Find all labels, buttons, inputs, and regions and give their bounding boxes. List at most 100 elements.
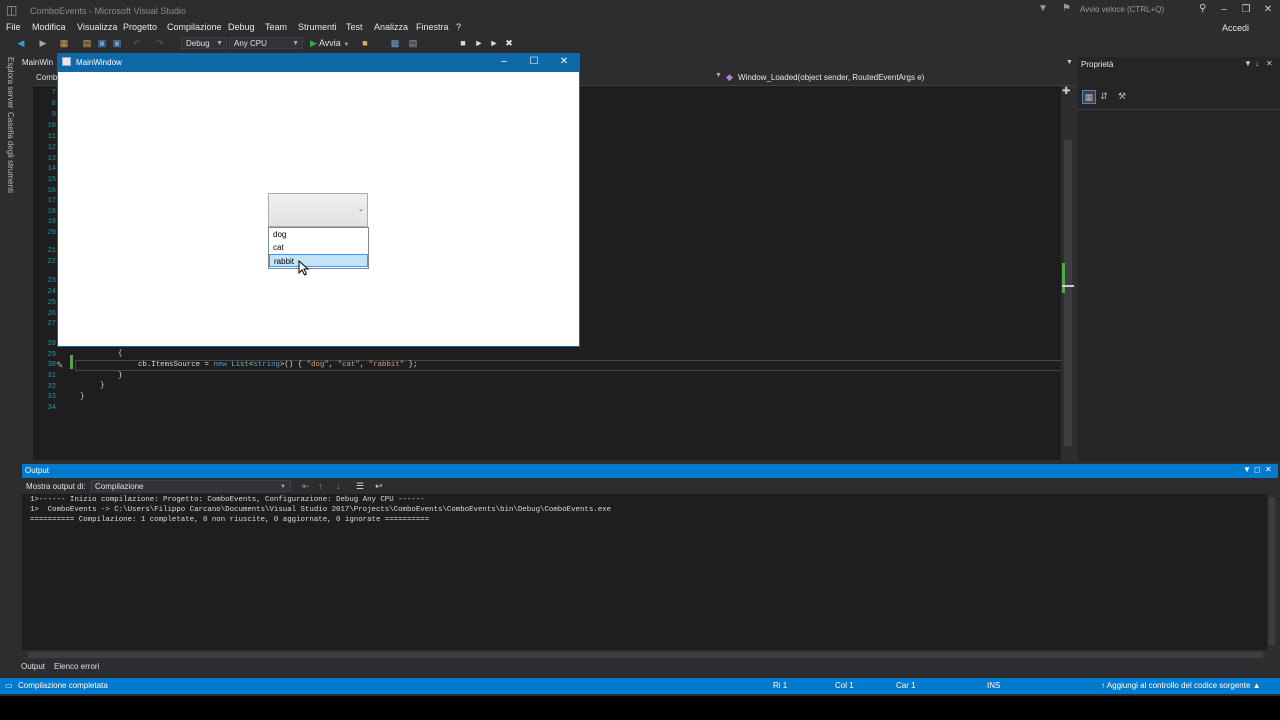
tab-output[interactable]: Output: [21, 662, 45, 671]
search-icon[interactable]: ⚲: [1199, 3, 1206, 14]
chevron-down-icon: ▼: [343, 42, 350, 48]
code-keyword-new: new: [213, 361, 227, 369]
line-number: 24: [47, 288, 56, 296]
menu-progetto[interactable]: Progetto: [123, 22, 157, 32]
word-wrap-icon[interactable]: ↩: [375, 481, 383, 492]
next-bookmark-icon[interactable]: ►: [489, 38, 499, 48]
chevron-down-icon[interactable]: ⌄: [358, 205, 364, 213]
panel-options-icon[interactable]: ▼: [1243, 465, 1251, 474]
next-message-icon[interactable]: ↓: [336, 481, 341, 491]
browser-link-icon[interactable]: ■: [360, 38, 370, 48]
back-icon[interactable]: ◀: [16, 38, 26, 48]
split-editor-icon[interactable]: ✚: [1062, 86, 1070, 97]
wpf-minimize-button[interactable]: –: [489, 54, 519, 70]
menu-analizza[interactable]: Analizza: [374, 22, 408, 32]
add-source-control-button[interactable]: ↑ Aggiungi al controllo del codice sorge…: [1101, 681, 1261, 690]
menu-test[interactable]: Test: [346, 22, 363, 32]
open-file-icon[interactable]: ▤: [82, 38, 92, 48]
previous-message-icon[interactable]: ↑: [318, 481, 323, 491]
property-pages-icon[interactable]: ⚒: [1116, 90, 1128, 102]
bookmark-icon[interactable]: ■: [458, 38, 468, 48]
server-explorer-tab[interactable]: Esplora server: [3, 57, 15, 109]
code-keyword-string: string: [253, 361, 280, 369]
code-line-33: }: [80, 393, 85, 401]
line-number: 7: [51, 89, 56, 97]
code-type-list: List: [231, 361, 249, 369]
save-icon[interactable]: ▣: [97, 38, 107, 48]
output-source-dropdown[interactable]: Compilazione ▼: [91, 480, 291, 492]
combobox-item-dog[interactable]: dog: [269, 228, 368, 241]
wpf-window-title: MainWindow: [76, 58, 122, 67]
status-message: Compilazione completata: [18, 681, 108, 690]
pin-icon[interactable]: ◻: [1254, 465, 1261, 474]
toolbox-tab[interactable]: Casella degli strumenti: [3, 112, 15, 193]
status-icon: ▭: [5, 681, 13, 690]
undo-icon[interactable]: ↶: [132, 38, 142, 48]
menu-compilazione[interactable]: Compilazione: [167, 22, 222, 32]
menu-debug[interactable]: Debug: [228, 22, 255, 32]
clear-bookmarks-icon[interactable]: ✖: [504, 38, 514, 48]
line-number: 29: [47, 351, 56, 359]
clear-all-icon[interactable]: ☰: [356, 481, 364, 492]
close-button[interactable]: ✕: [1258, 2, 1278, 18]
categorized-view-icon[interactable]: ▦: [1082, 90, 1096, 104]
line-number: 13: [47, 155, 56, 163]
find-message-icon[interactable]: ⇤: [302, 481, 310, 492]
menu-file[interactable]: File: [6, 22, 21, 32]
line-number: 28: [47, 340, 56, 348]
menu-finestra[interactable]: Finestra: [416, 22, 449, 32]
configuration-value: Debug: [186, 39, 210, 48]
minimize-button[interactable]: –: [1214, 2, 1234, 18]
tab-list-dropdown-icon[interactable]: ▼: [1066, 59, 1073, 66]
alphabetical-view-icon[interactable]: ⇵: [1098, 90, 1110, 102]
combobox[interactable]: [268, 193, 368, 227]
menu-strumenti[interactable]: Strumenti: [298, 22, 337, 32]
platform-dropdown[interactable]: Any CPU ▼: [229, 37, 303, 49]
start-button[interactable]: ▶ Avvia ▼: [310, 38, 349, 49]
output-line: 1>------ Inizio compilazione: Progetto: …: [30, 496, 425, 504]
menu-visualizza[interactable]: Visualizza: [77, 22, 117, 32]
status-char: Car 1: [896, 681, 916, 690]
restore-button[interactable]: ❐: [1236, 2, 1256, 18]
format-icon[interactable]: ▤: [408, 38, 418, 48]
prev-bookmark-icon[interactable]: ►: [474, 38, 484, 48]
sign-in-link[interactable]: Accedi: [1222, 23, 1249, 33]
panel-options-icon[interactable]: ▼: [1244, 59, 1252, 68]
menu-help[interactable]: ?: [456, 22, 461, 32]
output-panel-header: [22, 464, 1278, 478]
document-tab-mainwindow[interactable]: MainWin: [22, 58, 53, 67]
line-number: 18: [47, 208, 56, 216]
forward-icon[interactable]: ▶: [38, 38, 48, 48]
chevron-down-icon: ▼: [715, 72, 722, 79]
output-scroll-thumb[interactable]: [1269, 497, 1275, 645]
chevron-up-icon: ▲: [1252, 681, 1261, 690]
output-horizontal-thumb[interactable]: [28, 652, 1263, 658]
project-dropdown[interactable]: Comb: [36, 73, 57, 82]
combobox-item-cat[interactable]: cat: [269, 241, 368, 254]
editor-scroll-thumb[interactable]: [1064, 140, 1072, 446]
filter-icon[interactable]: ▼: [1038, 3, 1048, 14]
combobox-item-rabbit[interactable]: rabbit: [269, 254, 368, 267]
line-number: 34: [47, 404, 56, 412]
status-column: Col 1: [835, 681, 854, 690]
save-all-icon[interactable]: ▣: [112, 38, 122, 48]
letterbox-bar: [0, 696, 1280, 720]
wpf-maximize-button[interactable]: ☐: [519, 54, 549, 70]
wpf-close-button[interactable]: ✕: [549, 54, 579, 70]
step-icon[interactable]: ▩: [390, 38, 400, 48]
close-panel-icon[interactable]: ✕: [1265, 465, 1272, 474]
new-project-icon[interactable]: ▦: [59, 38, 69, 48]
redo-icon[interactable]: ↷: [155, 38, 165, 48]
change-indicator: [70, 355, 73, 369]
line-number: 22: [47, 258, 56, 266]
quick-action-pencil-icon[interactable]: ✎: [56, 360, 64, 371]
menu-team[interactable]: Team: [265, 22, 287, 32]
member-dropdown[interactable]: Window_Loaded(object sender, RoutedEvent…: [738, 73, 924, 82]
line-number: 31: [47, 372, 56, 380]
tab-error-list[interactable]: Elenco errori: [54, 662, 99, 671]
menu-modifica[interactable]: Modifica: [32, 22, 66, 32]
close-panel-icon[interactable]: ✕: [1266, 59, 1273, 68]
pin-icon[interactable]: ↓: [1255, 59, 1259, 68]
configuration-dropdown[interactable]: Debug ▼: [181, 37, 227, 49]
output-source-value: Compilazione: [95, 482, 144, 491]
